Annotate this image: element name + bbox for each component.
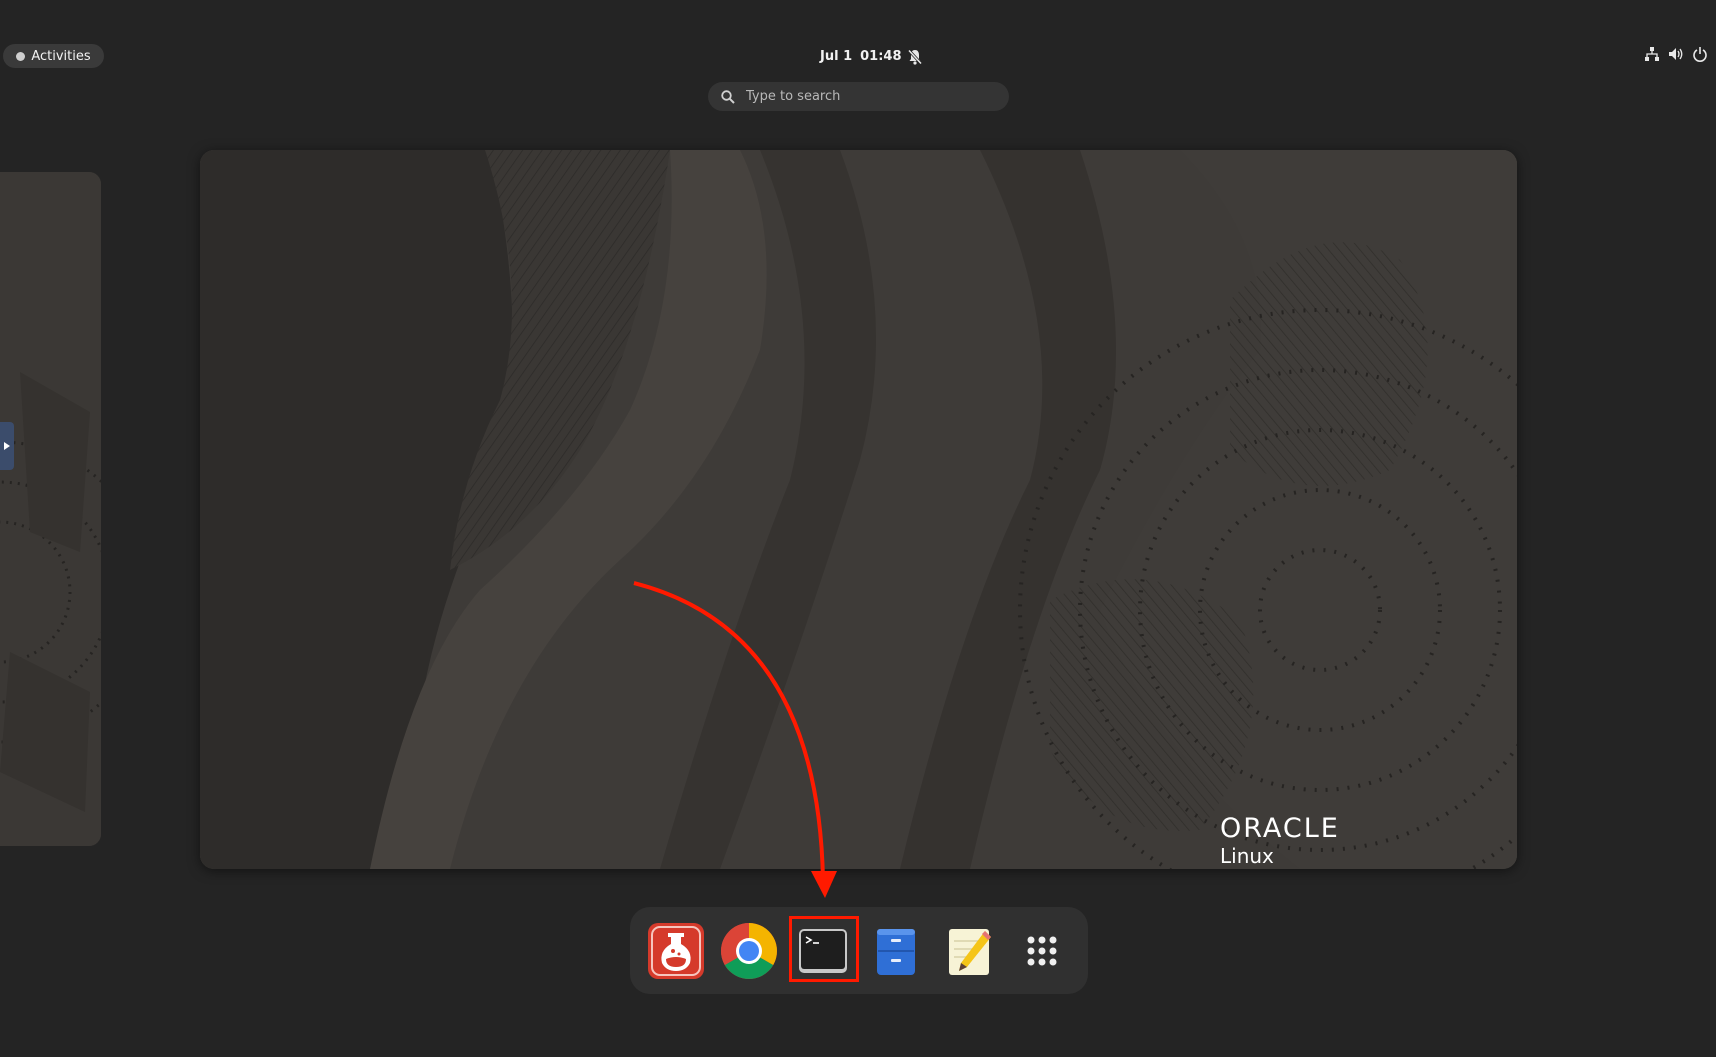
dock-item-text-editor[interactable]	[939, 921, 999, 981]
volume-icon	[1669, 48, 1683, 60]
wallpaper	[200, 150, 1517, 869]
annotation-highlight-box	[789, 916, 859, 982]
clock[interactable]: Jul 1 01:48	[820, 44, 902, 68]
workspace-indicator-icon	[16, 51, 26, 61]
system-tray[interactable]	[1644, 46, 1708, 62]
search-bar[interactable]	[708, 82, 1009, 111]
logo-sub: Linux	[1220, 844, 1274, 868]
dock-item-lab-app[interactable]	[646, 921, 706, 981]
show-applications-button[interactable]	[1012, 921, 1072, 981]
power-icon	[1693, 47, 1707, 62]
oracle-linux-logo: ORACLE Linux	[1220, 815, 1340, 868]
activities-button[interactable]: Activities	[3, 44, 104, 68]
workspace-current[interactable]: ORACLE Linux	[200, 150, 1517, 869]
dock-item-chrome[interactable]	[719, 921, 779, 981]
network-icon	[1645, 47, 1659, 61]
activities-label: Activities	[31, 48, 91, 64]
dock	[630, 907, 1088, 994]
file-cabinet-icon	[877, 929, 915, 975]
workspace-thumbnail-previous[interactable]	[0, 172, 101, 846]
app-grid-icon	[1027, 936, 1057, 966]
dock-item-files[interactable]	[866, 921, 926, 981]
chrome-icon	[721, 923, 777, 979]
text-editor-icon	[949, 929, 991, 975]
arrow-right-icon	[4, 442, 10, 450]
clock-date: Jul 1	[820, 48, 853, 64]
logo-brand: ORACLE	[1220, 813, 1340, 844]
workspace-handle[interactable]	[0, 422, 14, 470]
search-input[interactable]	[744, 88, 988, 105]
lab-flask-icon	[648, 923, 704, 979]
search-icon	[721, 89, 735, 104]
notifications-disabled-icon[interactable]	[906, 48, 924, 66]
clock-time: 01:48	[860, 48, 902, 64]
